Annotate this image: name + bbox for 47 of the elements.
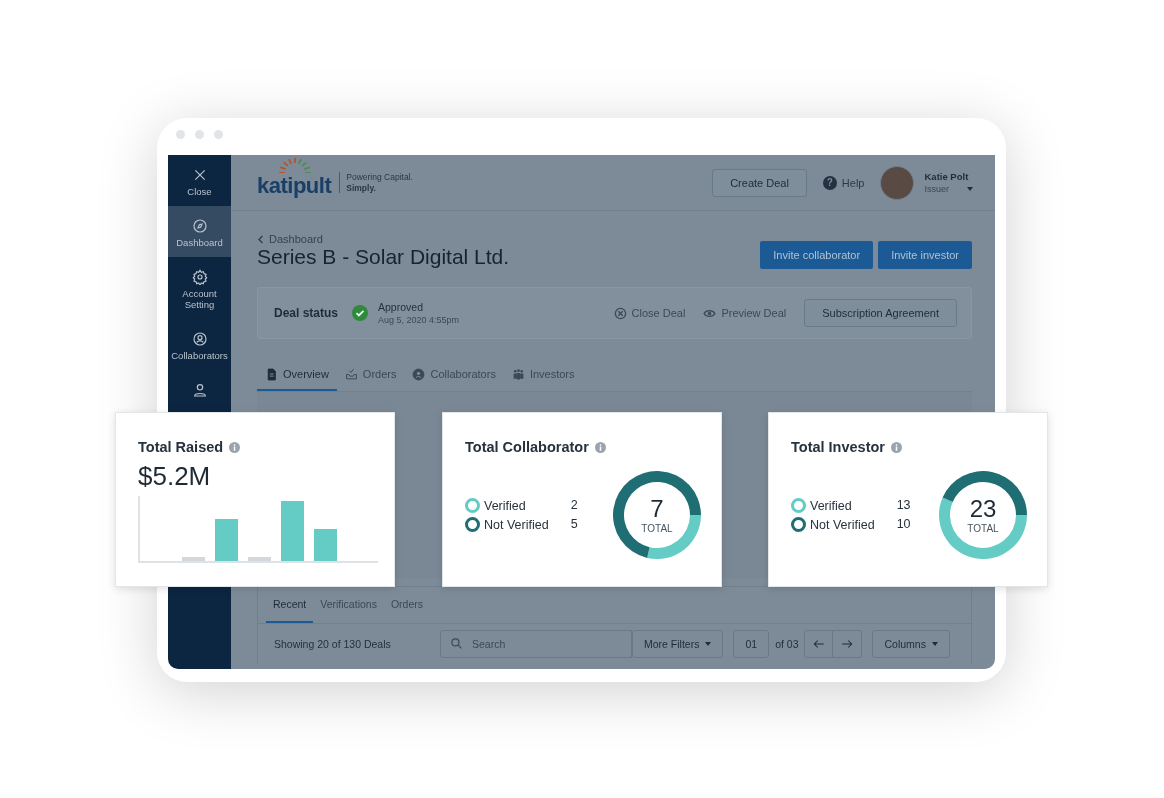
sidebar-item[interactable]: Account Setting <box>168 256 231 319</box>
sidebar-item[interactable]: Collaborators <box>168 318 231 370</box>
help-icon: ? <box>822 175 837 190</box>
total-count: 23 <box>969 496 997 521</box>
total-raised-value: $5.2M <box>138 461 212 492</box>
columns-dropdown[interactable]: Columns <box>872 630 950 658</box>
legend-label: Not Verified <box>810 517 875 532</box>
close-deal-link[interactable]: Close Deal <box>613 306 686 320</box>
user-name: Katie Polt <box>924 171 970 184</box>
user-role: Issuer <box>924 183 949 194</box>
preview-deal-link[interactable]: Preview Deal <box>703 306 787 320</box>
legend-count: 2 <box>570 498 578 513</box>
tab[interactable]: Orders <box>383 587 430 623</box>
invite-button[interactable]: Invite collaborator <box>760 241 874 269</box>
sidebar-item[interactable]: Dashboard <box>168 205 231 257</box>
tab[interactable]: Verifications <box>313 587 384 623</box>
card-title: Total Raised <box>138 439 224 455</box>
legend-label: Verified <box>810 498 852 513</box>
search-field[interactable]: Search <box>440 630 632 658</box>
total-label: TOTAL <box>967 522 999 534</box>
help-link[interactable]: ? Help <box>822 175 865 190</box>
sidebar-item[interactable]: Close <box>168 155 231 206</box>
legend-label: Verified <box>484 498 526 513</box>
status-value: Approved <box>378 301 424 313</box>
card-title: Total Collaborator <box>465 439 589 455</box>
legend-count: 10 <box>896 517 911 532</box>
tab[interactable]: Collaborators <box>404 359 504 391</box>
legend-count: 5 <box>570 517 578 532</box>
card-title: Total Investor <box>791 439 885 455</box>
status-date: Aug 5, 2020 4:55pm <box>378 315 460 325</box>
legend-count: 13 <box>896 498 911 513</box>
subscription-agreement-button[interactable]: Subscription Agreement <box>804 299 957 327</box>
more-filters-dropdown[interactable]: More Filters <box>632 630 724 658</box>
tab[interactable]: Orders <box>336 359 405 391</box>
page-total: of 03 <box>775 638 799 650</box>
deal-status-label: Deal status <box>274 306 339 320</box>
logo-wordmark: katipult <box>257 166 332 199</box>
deal-title: Series B - Solar Digital Ltd. <box>257 245 510 269</box>
total-label: TOTAL <box>641 522 673 534</box>
tagline: Powering Capital. Simply. <box>339 172 413 193</box>
legend-label: Not Verified <box>484 517 549 532</box>
create-deal-button[interactable]: Create Deal <box>712 168 807 197</box>
total-count: 7 <box>650 496 664 521</box>
invite-button[interactable]: Invite investor <box>878 241 972 269</box>
page-field[interactable]: 01 <box>733 630 770 658</box>
deal-count: Showing 20 of 130 Deals <box>274 638 392 650</box>
tab[interactable]: Investors <box>503 359 583 391</box>
